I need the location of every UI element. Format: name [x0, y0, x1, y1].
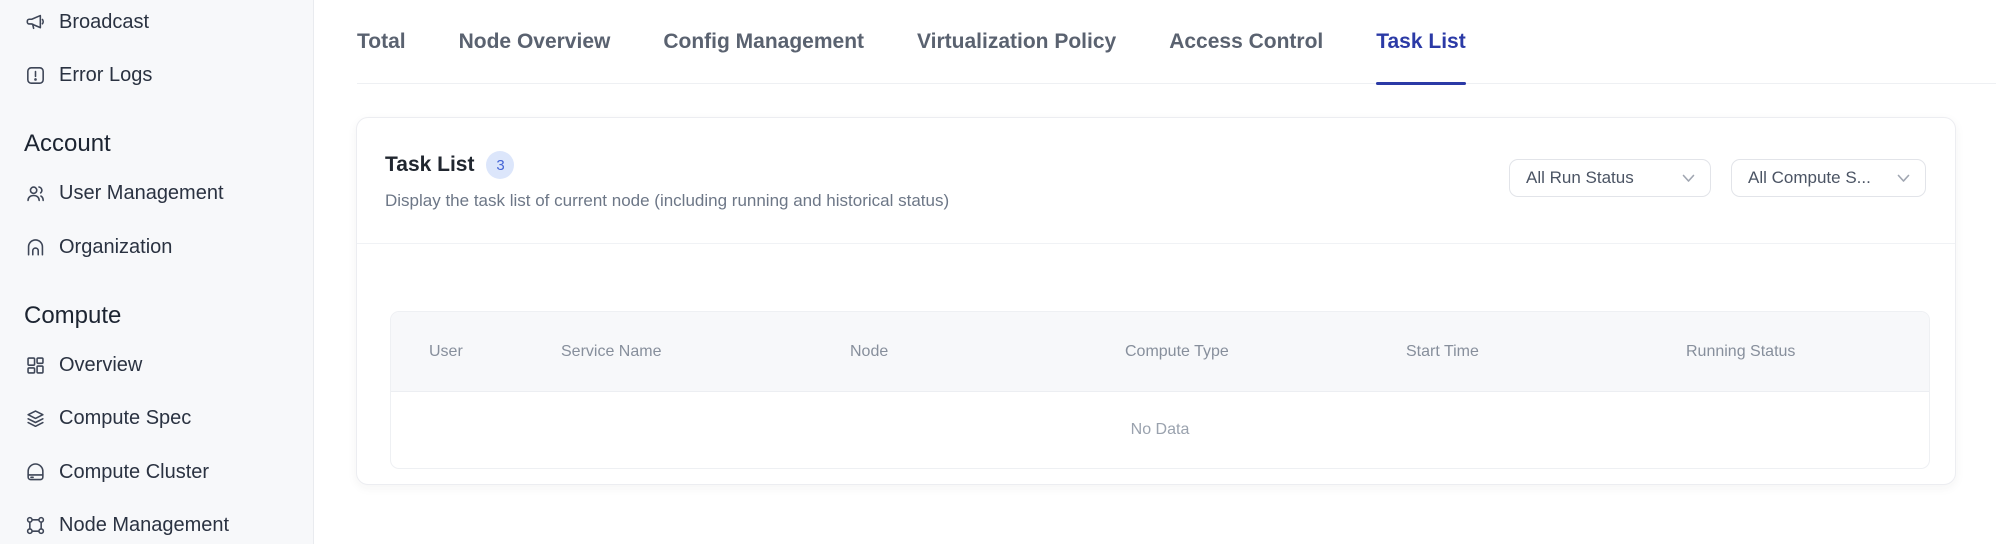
sidebar-item-label: Broadcast [59, 11, 149, 34]
dashboard-grid-icon [24, 354, 46, 376]
sidebar-item-label: Compute Spec [59, 407, 191, 430]
sidebar-item-label: User Management [59, 182, 224, 205]
users-icon [24, 182, 46, 204]
layers-icon [24, 407, 46, 429]
tab-bar: Total Node Overview Config Management Vi… [357, 0, 1996, 84]
sidebar: Broadcast Error Logs Account User Manage… [0, 0, 314, 544]
sidebar-section-compute: Compute [24, 301, 305, 331]
sidebar-item-organization[interactable]: Organization [24, 232, 305, 262]
panel-title: Task List [385, 153, 474, 177]
column-header-service-name: Service Name [523, 343, 812, 361]
run-status-select[interactable]: All Run Status [1509, 159, 1711, 197]
task-list-panel: Task List 3 Display the task list of cur… [356, 117, 1956, 485]
table-header-row: User Service Name Node Compute Type Star… [391, 312, 1929, 392]
sidebar-item-node-management[interactable]: Node Management [24, 510, 305, 540]
tab-total[interactable]: Total [357, 0, 406, 84]
sidebar-item-broadcast[interactable]: Broadcast [24, 7, 305, 37]
column-header-running-status: Running Status [1648, 343, 1929, 361]
sidebar-section-account: Account [24, 129, 305, 159]
column-header-node: Node [812, 343, 1087, 361]
sidebar-item-compute-spec[interactable]: Compute Spec [24, 403, 305, 433]
sidebar-item-label: Node Management [59, 514, 229, 537]
megaphone-icon [24, 11, 46, 33]
count-badge: 3 [486, 151, 514, 179]
chevron-down-icon [1897, 174, 1910, 183]
header-divider [357, 243, 1955, 244]
topology-icon [24, 514, 46, 536]
tab-config-management[interactable]: Config Management [663, 0, 864, 84]
organization-arch-icon [24, 236, 46, 258]
task-table: User Service Name Node Compute Type Star… [390, 311, 1930, 469]
chevron-down-icon [1682, 174, 1695, 183]
sidebar-item-compute-cluster[interactable]: Compute Cluster [24, 457, 305, 487]
sidebar-item-label: Compute Cluster [59, 461, 209, 484]
empty-state: No Data [1131, 421, 1190, 439]
table-body: No Data [391, 392, 1929, 468]
column-header-start-time: Start Time [1368, 343, 1648, 361]
server-drive-icon [24, 461, 46, 483]
compute-type-value: All Compute S... [1748, 168, 1871, 188]
column-header-user: User [391, 343, 523, 361]
column-header-compute-type: Compute Type [1087, 343, 1368, 361]
sidebar-item-label: Overview [59, 354, 142, 377]
sidebar-item-label: Organization [59, 236, 172, 259]
compute-type-select[interactable]: All Compute S... [1731, 159, 1926, 197]
tab-access-control[interactable]: Access Control [1169, 0, 1323, 84]
filter-group: All Run Status All Compute S... [1509, 159, 1926, 197]
sidebar-item-label: Error Logs [59, 64, 152, 87]
tab-task-list[interactable]: Task List [1376, 0, 1465, 84]
panel-header: Task List 3 Display the task list of cur… [357, 118, 1955, 212]
app-root: Broadcast Error Logs Account User Manage… [0, 0, 1996, 544]
run-status-value: All Run Status [1526, 168, 1634, 188]
sidebar-item-error-logs[interactable]: Error Logs [24, 60, 305, 90]
sidebar-item-user-management[interactable]: User Management [24, 178, 305, 208]
tab-virtualization-policy[interactable]: Virtualization Policy [917, 0, 1116, 84]
main-content: Total Node Overview Config Management Vi… [314, 0, 1996, 544]
sidebar-item-overview[interactable]: Overview [24, 350, 305, 380]
alert-square-icon [24, 64, 46, 86]
tab-node-overview[interactable]: Node Overview [459, 0, 611, 84]
